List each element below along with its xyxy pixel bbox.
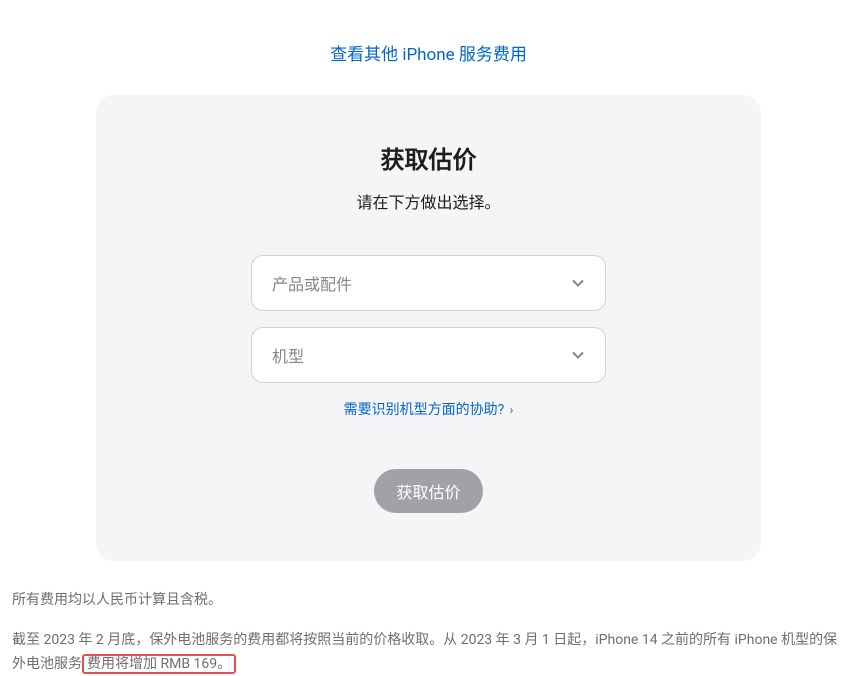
chevron-down-icon — [571, 348, 585, 362]
estimate-card: 获取估价 请在下方做出选择。 产品或配件 机型 需要识别机型方面的协助? › 获… — [96, 95, 761, 561]
price-highlight: 费用将增加 RMB 169。 — [82, 654, 236, 674]
product-select[interactable]: 产品或配件 — [251, 255, 606, 311]
other-services-link[interactable]: 查看其他 iPhone 服务费用 — [330, 45, 527, 65]
note-line-1: 所有费用均以人民币计算且含税。 — [12, 589, 842, 613]
help-identify-link[interactable]: 需要识别机型方面的协助? › — [344, 402, 514, 418]
note-line-2: 截至 2023 年 2 月底，保外电池服务的费用都将按照当前的价格收取。从 20… — [12, 629, 842, 676]
model-select-placeholder: 机型 — [272, 343, 304, 367]
top-link-container: 查看其他 iPhone 服务费用 — [0, 0, 857, 95]
product-select-placeholder: 产品或配件 — [272, 271, 352, 295]
get-estimate-button[interactable]: 获取估价 — [374, 469, 482, 513]
help-link-label: 需要识别机型方面的协助? — [344, 402, 505, 418]
card-title: 获取估价 — [126, 140, 731, 175]
model-select[interactable]: 机型 — [251, 327, 606, 383]
chevron-down-icon — [571, 276, 585, 290]
chevron-right-icon: › — [510, 403, 514, 417]
help-link-container: 需要识别机型方面的协助? › — [126, 399, 731, 419]
card-subtitle: 请在下方做出选择。 — [126, 189, 731, 213]
